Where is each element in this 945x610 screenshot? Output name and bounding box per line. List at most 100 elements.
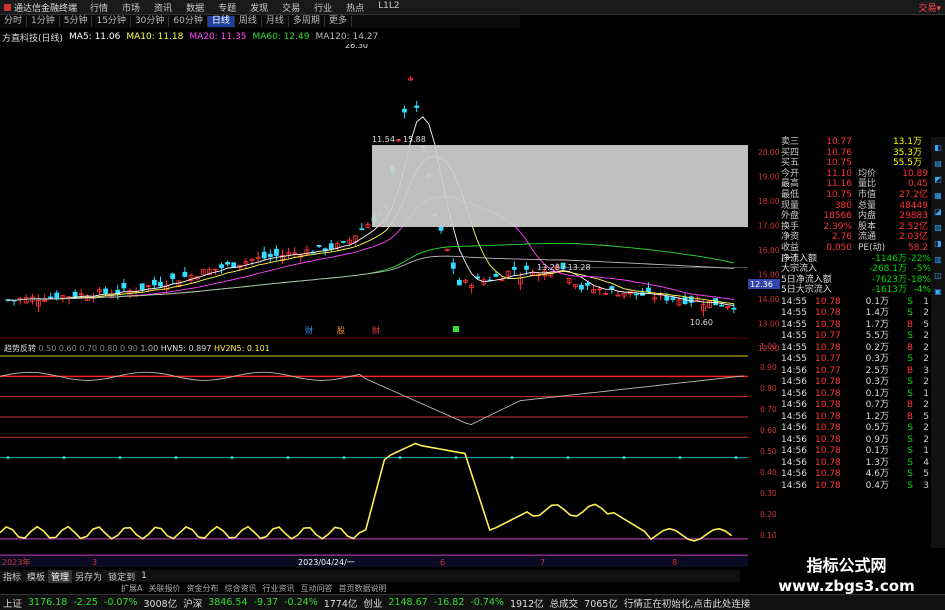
event-marker: 财 bbox=[372, 325, 380, 335]
stat-value: 10.75 bbox=[826, 189, 852, 200]
menu-item[interactable]: 行业 bbox=[307, 1, 339, 14]
tool-icon[interactable]: ◩ bbox=[933, 175, 943, 185]
stat-value: 48449 bbox=[899, 200, 928, 211]
tick-count: 2 bbox=[923, 308, 929, 319]
candle-body bbox=[121, 283, 127, 289]
period-tab[interactable]: 15分钟 bbox=[92, 16, 131, 27]
date-label: 2023年 bbox=[2, 557, 30, 567]
info-tab[interactable]: 关联报价 bbox=[145, 583, 183, 593]
stat-value: 2.52亿 bbox=[898, 221, 928, 232]
price-tick: 16.00 bbox=[758, 246, 780, 255]
cyan-dot bbox=[62, 456, 66, 460]
indicator-param: 0.60 bbox=[59, 344, 79, 353]
period-tab[interactable]: 月线 bbox=[262, 16, 289, 27]
menu-item[interactable]: L1L2 bbox=[371, 1, 406, 14]
trade-menu-button[interactable]: 交易▾ bbox=[918, 1, 941, 14]
info-tab[interactable]: 资金分布 bbox=[183, 583, 221, 593]
menu-item[interactable]: 热点 bbox=[339, 1, 371, 14]
tick-price: 10.78 bbox=[815, 457, 841, 468]
bottom-tab[interactable]: 另存为 bbox=[72, 570, 105, 583]
bottom-tabs: 指标 模板 管理 另存为 锁定到 1 bbox=[0, 569, 740, 583]
candle-body bbox=[524, 265, 529, 270]
menu-item[interactable]: 资讯 bbox=[147, 1, 179, 14]
stat-row: 最低 10.75 市值 27.2亿 bbox=[781, 190, 931, 201]
tick-time: 14:56 bbox=[781, 423, 807, 434]
status-item: -9.37 bbox=[253, 597, 279, 608]
status-item: 3846.54 bbox=[208, 597, 248, 608]
bottom-tab[interactable]: 锁定到 bbox=[105, 570, 138, 583]
tool-icon[interactable]: ▤ bbox=[933, 159, 943, 169]
tool-icon[interactable]: ▥ bbox=[933, 255, 943, 265]
tool-icon[interactable]: ▧ bbox=[933, 223, 943, 233]
money-flows: 净流入额 -1146万 -22% 大宗流入 -268.1万 -5% 5日净流入额 -7623万… bbox=[781, 254, 931, 296]
period-tab[interactable]: 更多 bbox=[325, 16, 352, 27]
indicator-header: 趋势反转 0.50 0.60 0.70 0.80 0.90 1.00 HVN5:… bbox=[4, 343, 270, 353]
menu-item[interactable]: 专题 bbox=[211, 1, 243, 14]
tick-volume: 5.5万 bbox=[865, 331, 889, 342]
order-book-levels: 卖三 10.77 13.1万 买四 10.76 35.3万 买五 10.75 55.5万 bbox=[781, 137, 931, 169]
flow-pct: -4% bbox=[913, 285, 931, 296]
bottom-tab[interactable]: 模板 bbox=[24, 570, 48, 583]
tick-time: 14:56 bbox=[781, 457, 807, 468]
indicator-tick: 0.80 bbox=[760, 384, 777, 393]
tick-price: 10.78 bbox=[815, 400, 841, 411]
tick-side: B bbox=[906, 365, 913, 376]
bottom-tab[interactable]: 管理 bbox=[48, 569, 73, 583]
order-level-row: 买四 10.76 35.3万 bbox=[781, 148, 931, 159]
tick-side: S bbox=[907, 446, 913, 457]
order-level-row: 买五 10.75 55.5万 bbox=[781, 158, 931, 169]
menu-item[interactable]: 数据 bbox=[179, 1, 211, 14]
bottom-tab[interactable]: 1 bbox=[138, 571, 150, 581]
menu-item[interactable]: 交易 bbox=[275, 1, 307, 14]
period-tab[interactable]: 日线 bbox=[207, 16, 235, 27]
tick-count: 2 bbox=[923, 434, 929, 445]
info-tab[interactable]: 互动问答 bbox=[297, 583, 335, 593]
bottom-tab[interactable]: 指标 bbox=[0, 570, 24, 583]
stat-label: 最高 bbox=[781, 179, 800, 190]
tick-side: S bbox=[907, 308, 913, 319]
tick-side: B bbox=[906, 342, 913, 353]
tick-count: 2 bbox=[923, 423, 929, 434]
tool-icon[interactable]: ▣ bbox=[933, 287, 943, 297]
stat-label: 最低 bbox=[781, 189, 800, 200]
tick-price: 10.78 bbox=[815, 342, 841, 353]
info-tab[interactable]: 行业资讯 bbox=[259, 583, 297, 593]
tick-side: B bbox=[906, 400, 913, 411]
period-tab[interactable]: 分时 bbox=[0, 16, 28, 27]
info-tab[interactable]: 综合资讯 bbox=[221, 583, 259, 593]
candle-body bbox=[402, 108, 407, 113]
tick-volume: 0.2万 bbox=[865, 342, 889, 353]
tool-icon[interactable]: ▦ bbox=[933, 191, 943, 201]
date-axis-bg bbox=[0, 556, 748, 567]
candle-body bbox=[719, 304, 725, 307]
period-tab[interactable]: 5分钟 bbox=[60, 16, 93, 27]
period-tab[interactable]: 30分钟 bbox=[131, 16, 170, 27]
tick-time: 14:55 bbox=[781, 319, 807, 330]
info-tab[interactable]: 扩展A bbox=[118, 583, 145, 593]
candle-body bbox=[182, 271, 188, 277]
menu-item[interactable]: 市场 bbox=[115, 1, 147, 14]
period-tab[interactable]: 1分钟 bbox=[27, 16, 60, 27]
ma-value: MA20: 11.35 bbox=[189, 32, 247, 42]
tool-icon[interactable]: ◧ bbox=[933, 143, 943, 153]
period-tab[interactable]: 60分钟 bbox=[169, 16, 208, 27]
stat-value: 29883 bbox=[899, 211, 928, 222]
kline-chart[interactable]: 26.3011.54 - 15.8813.28 / 13.2810.60财股财 … bbox=[0, 44, 748, 569]
period-tab[interactable]: 多周期 bbox=[289, 16, 325, 27]
menu-item[interactable]: 行情 bbox=[83, 1, 115, 14]
tick-list[interactable]: 14:55 10.78 0.1万 S 1 14:55 10.78 1.4万 S 2 14:55 10.… bbox=[781, 297, 931, 493]
candle-body bbox=[151, 279, 157, 286]
status-item: 7065亿 bbox=[584, 598, 618, 610]
info-tab[interactable]: 首页数据说明 bbox=[335, 583, 389, 593]
tick-count: 2 bbox=[923, 342, 929, 353]
tool-icon[interactable]: ◨ bbox=[933, 239, 943, 249]
period-tab[interactable]: 周线 bbox=[235, 16, 262, 27]
tool-icon[interactable]: ◫ bbox=[933, 271, 943, 281]
tick-volume: 1.4万 bbox=[865, 308, 889, 319]
stat-value: 58.2 bbox=[907, 242, 928, 253]
level-name: 卖三 bbox=[781, 137, 800, 147]
menu-item[interactable]: 发现 bbox=[243, 1, 275, 14]
stat-value: 380 bbox=[834, 200, 852, 211]
tool-icon[interactable]: ◪ bbox=[933, 207, 943, 217]
level-name: 买四 bbox=[781, 147, 800, 158]
